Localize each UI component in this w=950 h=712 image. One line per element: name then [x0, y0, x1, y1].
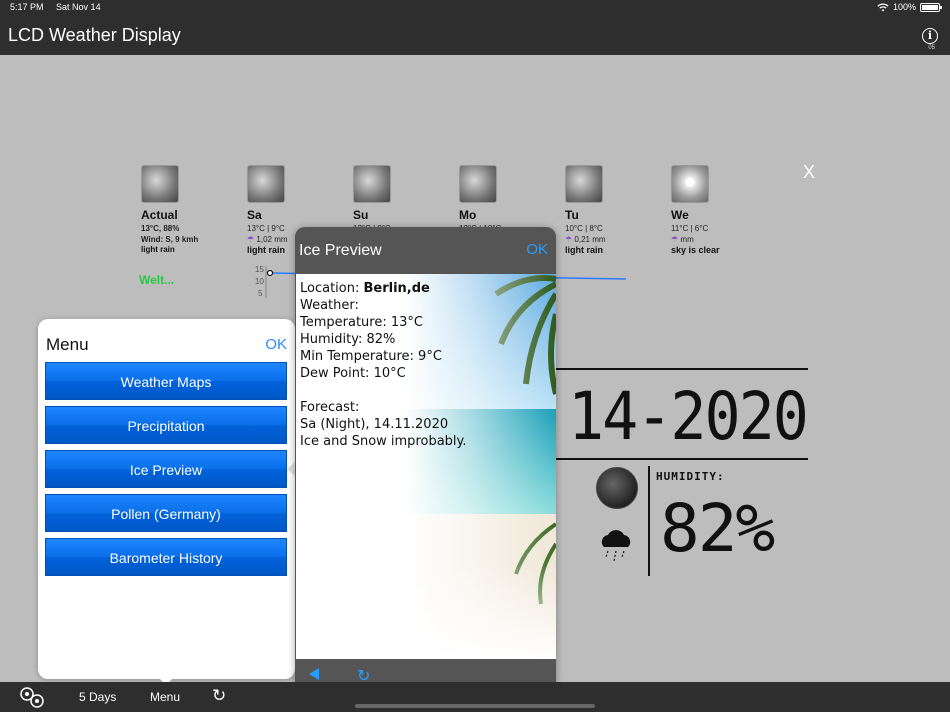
menu-item-ice-preview[interactable]: Ice Preview	[45, 450, 287, 488]
day-temp: 10°C | 8°C	[565, 224, 603, 233]
info-sub-label: 05	[928, 45, 935, 51]
menu-title: Menu	[46, 335, 89, 354]
sun-icon	[671, 165, 709, 203]
wifi-icon	[877, 2, 889, 11]
close-button[interactable]: X	[803, 162, 815, 183]
menu-item-pollen[interactable]: Pollen (Germany)	[45, 494, 287, 532]
day-desc: light rain	[565, 245, 603, 255]
day-temp: 13°C, 88%	[141, 224, 180, 233]
forecast-day-mo: Mo 12°C | 10°C	[459, 165, 569, 233]
day-rain: 1,02 mm	[256, 235, 288, 244]
cloud-rain-icon	[565, 165, 603, 203]
ice-ok-button[interactable]: OK	[526, 241, 548, 258]
cloud-icon	[353, 165, 391, 203]
refresh-icon[interactable]: ↻	[212, 686, 226, 706]
menu-popover: Menu OK Weather Maps Precipitation Ice P…	[38, 319, 295, 679]
rain-cloud-icon	[601, 530, 631, 562]
chart-tick-10: 10	[255, 277, 264, 286]
cloud-rain-icon	[459, 165, 497, 203]
day-desc: light rain	[141, 245, 175, 254]
humidity-value: 82%	[660, 490, 775, 567]
lcd-date: 14-2020	[568, 378, 809, 456]
chart-tick-5: 5	[258, 289, 263, 298]
status-bar: 5:17 PM Sat Nov 14 100%	[0, 0, 950, 14]
ice-preview-popover: Ice Preview OK Location: Berlin,de Weath…	[295, 227, 556, 691]
day-name: Actual	[141, 208, 178, 222]
five-days-button[interactable]: 5 Days	[79, 690, 116, 704]
chart-tick-15: 15	[255, 265, 264, 274]
day-wind: Wind: S, 9 kmh	[141, 235, 199, 244]
battery-icon	[920, 2, 942, 12]
status-time: 5:17 PM	[10, 2, 44, 12]
battery-percent: 100%	[892, 2, 916, 12]
ice-preview-details: Weather: Temperature: 13°C Humidity: 82%…	[300, 298, 467, 449]
status-date: Sat Nov 14	[56, 2, 101, 12]
back-arrow-icon[interactable]	[309, 668, 319, 680]
day-name: Tu	[565, 208, 579, 222]
menu-item-precipitation[interactable]: Precipitation	[45, 406, 287, 444]
day-temp: 11°C | 6°C	[671, 224, 709, 233]
forecast-day-tu: Tu 10°C | 8°C ☂ 0,21 mm light rain	[565, 165, 675, 255]
chart-point	[266, 269, 274, 277]
day-desc: sky is clear	[671, 245, 720, 255]
ice-preview-text: Location: Berlin,de Weather: Temperature…	[300, 280, 467, 450]
umbrella-icon: ☂	[565, 235, 573, 244]
day-rain: 0,21 mm	[574, 235, 606, 244]
info-icon[interactable]: i	[922, 28, 938, 44]
home-indicator	[355, 704, 595, 708]
cloud-rain-icon	[247, 165, 285, 203]
umbrella-icon: ☂	[671, 235, 679, 244]
menu-item-weather-maps[interactable]: Weather Maps	[45, 362, 287, 400]
welt-link[interactable]: Welt...	[139, 273, 174, 287]
forecast-day-we: We 11°C | 6°C ☂ mm sky is clear	[671, 165, 781, 255]
ice-preview-title: Ice Preview	[299, 242, 382, 259]
settings-gear-icon[interactable]	[17, 685, 47, 709]
location-value: Berlin,de	[363, 281, 430, 296]
day-name: We	[671, 208, 689, 222]
umbrella-icon: ☂	[247, 235, 255, 244]
day-name: Sa	[247, 208, 262, 222]
nav-bar: LCD Weather Display i 05	[0, 14, 950, 55]
day-name: Su	[353, 208, 369, 222]
cloud-rain-icon	[141, 165, 179, 203]
forecast-day-actual: Actual 13°C, 88% Wind: S, 9 kmh light ra…	[141, 165, 251, 254]
menu-ok-button[interactable]: OK	[265, 336, 287, 353]
location-label: Location:	[300, 281, 364, 296]
app-title: LCD Weather Display	[8, 25, 181, 45]
humidity-label: HUMIDITY:	[656, 470, 725, 483]
ice-preview-content: Location: Berlin,de Weather: Temperature…	[296, 274, 556, 659]
moon-phase-icon	[596, 467, 638, 509]
day-name: Mo	[459, 208, 477, 222]
menu-button[interactable]: Menu	[150, 690, 180, 704]
lcd-divider	[648, 466, 650, 576]
forecast-day-su: Su 12°C | 8°C	[353, 165, 463, 233]
menu-item-barometer-history[interactable]: Barometer History	[45, 538, 287, 576]
day-rain: mm	[680, 235, 694, 244]
lcd-date-panel: 14-2020	[556, 368, 809, 460]
